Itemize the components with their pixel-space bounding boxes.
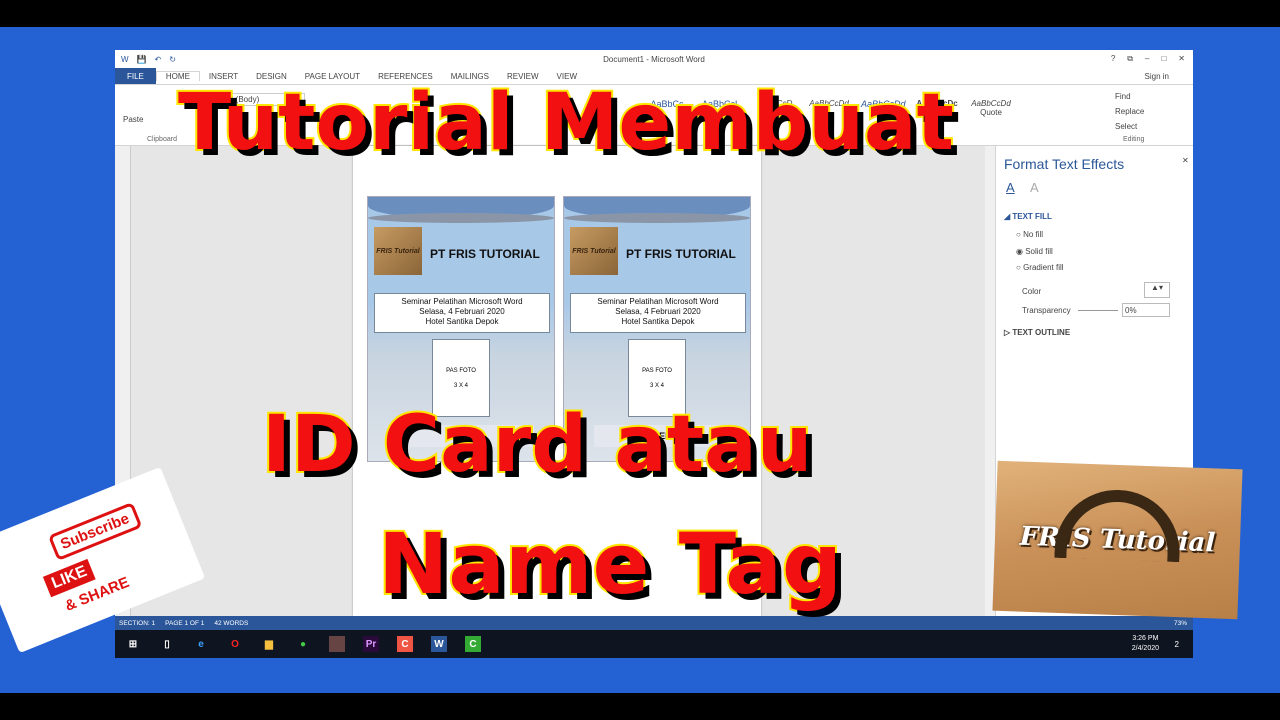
card-logo: FRIS Tutorial — [570, 227, 618, 275]
fris-tutorial-logo: FRIS Tutorial — [992, 460, 1243, 620]
color-picker-button[interactable]: ▲▾ — [1144, 282, 1170, 298]
text-effects-icon[interactable]: A — [1030, 180, 1039, 195]
minimize-button[interactable]: – — [1145, 54, 1149, 64]
color-label: Color — [1022, 287, 1042, 296]
panel-title: Format Text Effects — [1004, 156, 1125, 172]
card-info: Seminar Pelatihan Microsoft Word Selasa, … — [570, 293, 746, 333]
close-button[interactable]: ✕ — [1178, 54, 1185, 64]
windows-icon[interactable]: ⊞ — [125, 636, 141, 652]
no-fill-radio[interactable]: ○ No fill — [1016, 230, 1043, 239]
paste-button[interactable]: Paste — [123, 115, 143, 124]
text-outline-section[interactable]: ▷ TEXT OUTLINE — [1004, 328, 1070, 337]
word-icon: W — [121, 54, 129, 64]
overlay-title-line2: ID Card atau — [260, 398, 814, 492]
chrome-icon[interactable]: ● — [295, 636, 311, 652]
transparency-input[interactable]: 0% — [1122, 303, 1170, 317]
replace-button[interactable]: Replace — [1115, 104, 1144, 119]
status-bar: SECTION: 1 PAGE 1 OF 1 42 WORDS 73% — [115, 616, 1193, 630]
maximize-button[interactable]: □ — [1161, 54, 1166, 64]
camtasia-recorder-icon[interactable]: C — [465, 636, 481, 652]
word-count[interactable]: 42 WORDS — [214, 620, 248, 627]
opera-icon[interactable]: O — [227, 636, 243, 652]
overlay-title-line1: Tutorial Membuat — [176, 76, 956, 170]
sign-in-link[interactable]: Sign in — [1145, 72, 1193, 81]
title-bar: W 💾 ↶ ↻ Document1 - Microsoft Word ? ⧉ – □ … — [115, 50, 1193, 68]
system-clock[interactable]: 3:26 PM 2/4/2020 — [1132, 634, 1193, 654]
solid-fill-radio[interactable]: ◉ Solid fill — [1016, 247, 1053, 256]
page-indicator[interactable]: PAGE 1 OF 1 — [165, 620, 204, 627]
word-icon[interactable]: W — [431, 636, 447, 652]
redo-icon[interactable]: ↻ — [169, 55, 176, 64]
window-title: Document1 - Microsoft Word — [603, 54, 705, 64]
overlay-title-line3: Name Tag — [376, 513, 844, 615]
style-item[interactable]: AaBbCcDd Quote — [969, 99, 1013, 118]
zoom-level[interactable]: 73% — [1174, 620, 1193, 627]
section-indicator: SECTION: 1 — [119, 619, 156, 627]
select-button[interactable]: Select — [1115, 119, 1144, 134]
task-view-icon[interactable]: ▯ — [159, 636, 175, 652]
card-company: PT FRIS TUTORIAL — [430, 247, 540, 261]
gradient-fill-radio[interactable]: ○ Gradient fill — [1016, 263, 1064, 272]
tab-file[interactable]: FILE — [115, 68, 156, 84]
notifications-icon[interactable]: 2 — [1175, 640, 1179, 649]
vertical-scrollbar[interactable] — [985, 146, 995, 616]
media-icon[interactable] — [329, 636, 345, 652]
find-button[interactable]: Find — [1115, 89, 1144, 104]
editing-group-label: Editing — [1123, 136, 1145, 143]
card-info: Seminar Pelatihan Microsoft Word Selasa, … — [374, 293, 550, 333]
save-icon[interactable]: 💾 — [137, 55, 147, 64]
camtasia-icon[interactable]: C — [397, 636, 413, 652]
ribbon-display-button[interactable]: ⧉ — [1127, 54, 1133, 64]
premiere-icon[interactable]: Pr — [363, 636, 379, 652]
clipboard-group-label: Clipboard — [147, 136, 177, 143]
card-company: PT FRIS TUTORIAL — [626, 247, 736, 261]
edge-icon[interactable]: e — [193, 636, 209, 652]
undo-icon[interactable]: ↶ — [155, 55, 162, 64]
text-fill-section[interactable]: ◢ TEXT FILL — [1004, 212, 1052, 221]
transparency-slider[interactable] — [1078, 310, 1118, 311]
close-panel-icon[interactable]: ✕ — [1182, 156, 1189, 165]
help-button[interactable]: ? — [1111, 54, 1115, 64]
transparency-label: Transparency — [1022, 306, 1071, 315]
taskbar: ⊞ ▯ e O ▆ ● Pr C W C 3:26 PM 2/4/2020 2 — [115, 630, 1193, 658]
file-explorer-icon[interactable]: ▆ — [261, 636, 277, 652]
card-logo: FRIS Tutorial — [374, 227, 422, 275]
text-fill-outline-icon[interactable]: A — [1006, 180, 1015, 195]
